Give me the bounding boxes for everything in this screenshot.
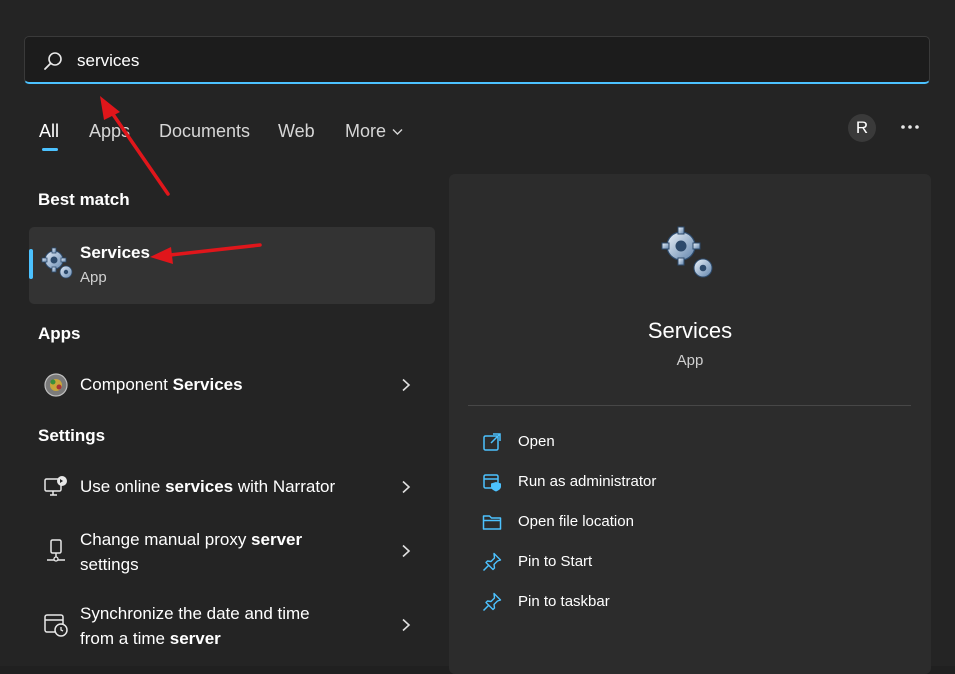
settings-result-label: Change manual proxy server settings xyxy=(80,527,302,577)
text-prefix: from a time xyxy=(80,629,170,648)
search-icon xyxy=(44,52,62,70)
chevron-right-icon[interactable] xyxy=(399,378,413,392)
text-line2: settings xyxy=(80,555,139,574)
action-label: Run as administrator xyxy=(518,473,657,490)
section-title-best-match: Best match xyxy=(38,190,130,209)
action-open-file-location[interactable]: Open file location xyxy=(482,508,902,538)
network-proxy-icon xyxy=(47,539,65,562)
open-external-icon xyxy=(483,433,501,451)
text-highlight: Services xyxy=(172,375,243,394)
text-prefix: Use online xyxy=(80,477,166,496)
tab-documents[interactable]: Documents xyxy=(159,121,250,142)
settings-result-label: Synchronize the date and time from a time… xyxy=(80,601,310,651)
preview-type: App xyxy=(676,352,704,369)
component-services-icon xyxy=(44,373,68,397)
chevron-right-icon[interactable] xyxy=(399,480,413,494)
tab-web[interactable]: Web xyxy=(278,121,315,142)
search-input[interactable] xyxy=(75,37,899,85)
pin-icon xyxy=(482,552,502,572)
text-highlight: server xyxy=(251,530,303,549)
action-label: Open xyxy=(518,433,555,450)
action-label: Open file location xyxy=(518,513,634,530)
chevron-right-icon[interactable] xyxy=(399,544,413,558)
pin-icon xyxy=(482,592,502,612)
selected-indicator xyxy=(29,249,33,279)
search-panel: All Apps Documents Web More R Best match xyxy=(0,0,955,674)
tab-more[interactable]: More xyxy=(345,121,403,142)
settings-result-proxy[interactable]: Change manual proxy server settings xyxy=(29,524,435,580)
action-pin-to-start[interactable]: Pin to Start xyxy=(482,548,902,578)
action-label: Pin to taskbar xyxy=(518,593,610,610)
text-prefix: Component xyxy=(80,375,173,394)
settings-result-narrator[interactable]: Use online services with Narrator xyxy=(29,470,435,504)
tab-more-label: More xyxy=(345,121,387,141)
section-title-settings: Settings xyxy=(38,426,106,445)
best-match-result[interactable]: Services App xyxy=(29,227,435,304)
date-time-icon xyxy=(44,614,68,637)
settings-result-label: Use online services with Narrator xyxy=(80,474,335,499)
text-suffix: with Narrator xyxy=(233,477,336,496)
chevron-right-icon[interactable] xyxy=(399,618,413,632)
user-avatar[interactable]: R xyxy=(848,114,876,142)
search-box[interactable] xyxy=(24,36,930,85)
action-pin-to-taskbar[interactable]: Pin to taskbar xyxy=(482,588,902,618)
app-result-component-services[interactable]: Component Services xyxy=(29,368,435,402)
text-highlight: services xyxy=(165,477,234,496)
more-options-icon[interactable] xyxy=(898,116,922,138)
action-open[interactable]: Open xyxy=(482,428,902,458)
tab-all[interactable]: All xyxy=(39,121,59,142)
settings-result-time-server[interactable]: Synchronize the date and time from a time… xyxy=(29,598,435,654)
text-highlight: server xyxy=(169,629,221,648)
services-gear-icon xyxy=(661,226,713,278)
annotation-arrow-search xyxy=(100,96,170,196)
tab-apps[interactable]: Apps xyxy=(89,121,130,142)
preview-pane: Services App Open Run as administrator O… xyxy=(449,174,931,674)
text-prefix: Change manual proxy xyxy=(80,530,252,549)
preview-divider xyxy=(468,405,911,406)
section-title-apps: Apps xyxy=(38,324,81,343)
folder-icon xyxy=(482,515,502,530)
text-line1: Synchronize the date and time xyxy=(80,604,310,623)
best-match-name: Services xyxy=(80,243,150,262)
app-result-label: Component Services xyxy=(80,372,243,397)
best-match-type: App xyxy=(80,269,107,286)
active-tab-indicator xyxy=(42,148,58,151)
chevron-down-icon xyxy=(392,129,403,136)
action-run-as-administrator[interactable]: Run as administrator xyxy=(482,468,902,498)
action-label: Pin to Start xyxy=(518,553,593,570)
preview-title: Services xyxy=(647,318,733,343)
services-gear-icon xyxy=(41,247,73,279)
narrator-icon xyxy=(44,476,67,496)
shield-admin-icon xyxy=(483,474,501,492)
